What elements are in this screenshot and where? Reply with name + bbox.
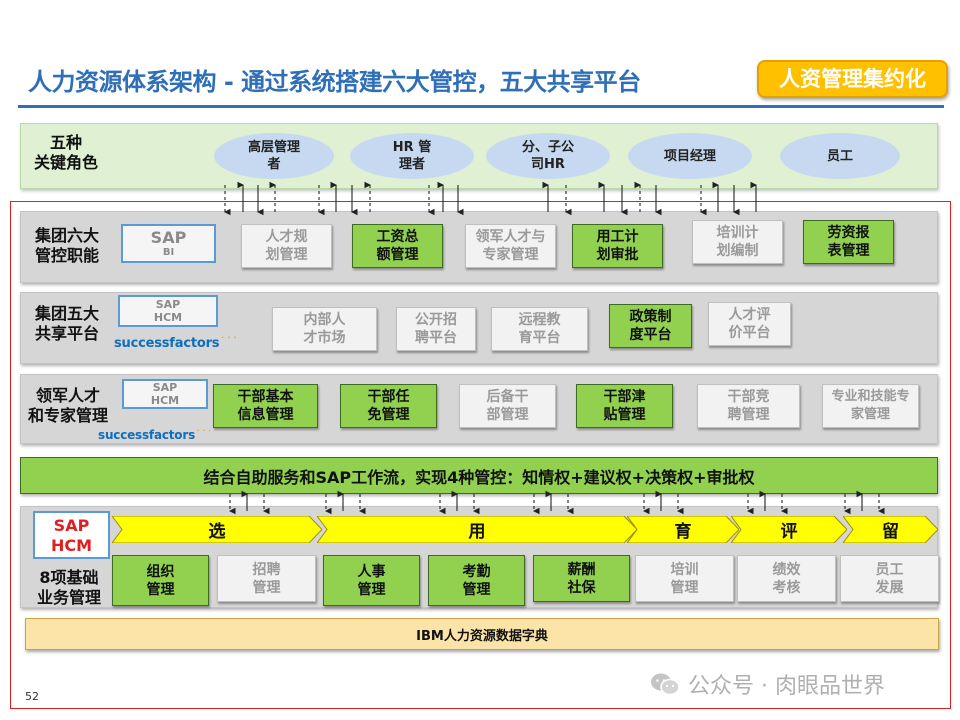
watermark-text: 公众号 · 肉眼品世界: [688, 674, 885, 699]
watermark: 公众号 · 肉眼品世界: [650, 668, 885, 700]
wechat-icon: [651, 673, 680, 696]
page-number: 52: [25, 690, 39, 703]
connector-arrows: [223, 181, 885, 515]
